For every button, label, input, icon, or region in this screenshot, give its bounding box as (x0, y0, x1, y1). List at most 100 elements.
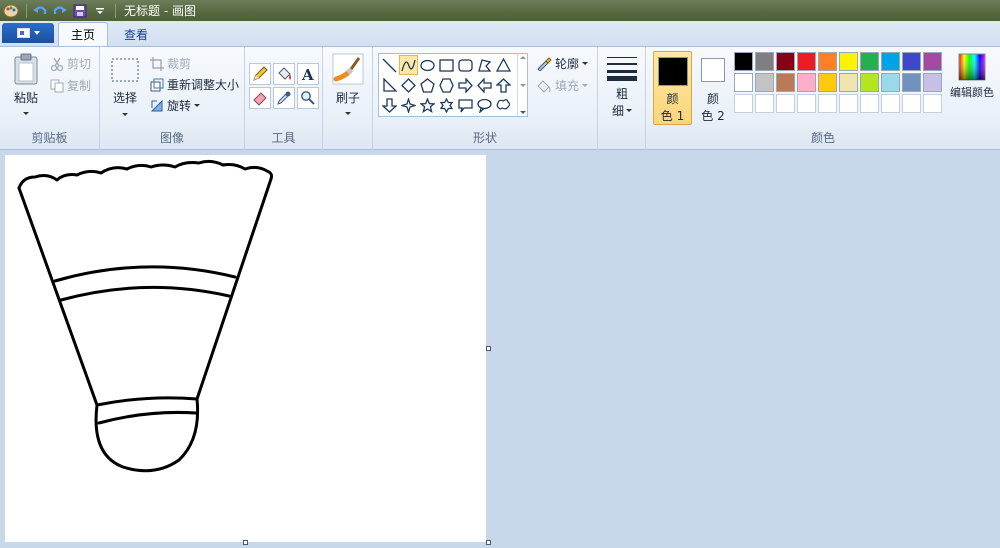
eraser-icon[interactable] (249, 87, 271, 109)
redo-icon[interactable] (51, 2, 69, 19)
pentagon-shape-icon[interactable] (418, 75, 437, 95)
document-icon (16, 28, 30, 38)
palette-color-swatch[interactable] (755, 52, 774, 71)
scroll-up-icon[interactable] (519, 56, 526, 59)
image-group: 选择 裁剪 重新调整大小 旋转 图像 (100, 47, 245, 150)
select-button[interactable]: 选择 (108, 57, 142, 116)
color-1-swatch (657, 57, 688, 86)
palette-color-swatch[interactable] (818, 73, 837, 92)
palette-color-swatch[interactable] (776, 73, 795, 92)
pencil-icon[interactable] (249, 63, 271, 85)
drawing-canvas[interactable] (5, 155, 486, 542)
resize-handle-corner[interactable] (486, 540, 491, 545)
palette-color-swatch[interactable] (755, 94, 774, 113)
palette-color-swatch[interactable] (881, 52, 900, 71)
palette-color-swatch[interactable] (797, 73, 816, 92)
palette-color-swatch[interactable] (797, 94, 816, 113)
palette-color-swatch[interactable] (902, 73, 921, 92)
color-1-label-top: 颜 (666, 92, 679, 106)
rotate-button[interactable]: 旋转 (150, 97, 201, 114)
down-arrow-shape-icon[interactable] (380, 95, 399, 115)
diamond-shape-icon[interactable] (399, 75, 418, 95)
oval-shape-icon[interactable] (418, 55, 437, 75)
palette-color-swatch[interactable] (797, 52, 816, 71)
app-menu-button[interactable] (2, 23, 54, 43)
palette-color-swatch[interactable] (902, 52, 921, 71)
palette-color-swatch[interactable] (902, 94, 921, 113)
resize-button[interactable]: 重新调整大小 (150, 76, 239, 93)
resize-handle-bottom[interactable] (243, 540, 248, 545)
color-spectrum-icon (958, 53, 986, 81)
magnifier-icon[interactable] (297, 87, 319, 109)
palette-color-swatch[interactable] (881, 73, 900, 92)
tab-view[interactable]: 查看 (112, 22, 160, 46)
rectangular-callout-shape-icon[interactable] (456, 95, 475, 115)
customize-toolbar-icon[interactable] (91, 2, 109, 19)
palette-color-swatch[interactable] (734, 73, 753, 92)
fill-icon[interactable] (273, 63, 295, 85)
color-picker-icon[interactable] (273, 87, 295, 109)
color-2-button[interactable]: 颜 色 2 (695, 51, 731, 125)
scissors-icon (50, 57, 64, 71)
copy-button[interactable]: 复制 (50, 77, 91, 94)
color-palette (734, 52, 944, 115)
palette-color-swatch[interactable] (818, 52, 837, 71)
hexagon-shape-icon[interactable] (437, 75, 456, 95)
rounded-rectangle-shape-icon[interactable] (456, 55, 475, 75)
right-triangle-shape-icon[interactable] (380, 75, 399, 95)
color-1-button[interactable]: 颜 色 1 (653, 51, 692, 125)
palette-color-swatch[interactable] (860, 52, 879, 71)
canvas-workspace[interactable] (0, 150, 1000, 548)
left-arrow-shape-icon[interactable] (475, 75, 494, 95)
resize-handle-right[interactable] (486, 346, 491, 351)
crop-button[interactable]: 裁剪 (150, 55, 191, 72)
right-arrow-shape-icon[interactable] (456, 75, 475, 95)
six-point-star-shape-icon[interactable] (437, 95, 456, 115)
palette-color-swatch[interactable] (776, 52, 795, 71)
palette-color-swatch[interactable] (923, 94, 942, 113)
palette-color-swatch[interactable] (755, 73, 774, 92)
palette-color-swatch[interactable] (839, 73, 858, 92)
palette-color-swatch[interactable] (923, 73, 942, 92)
save-icon[interactable] (71, 2, 89, 19)
palette-color-swatch[interactable] (923, 52, 942, 71)
line-shape-icon[interactable] (380, 55, 399, 75)
selection-icon (111, 58, 139, 82)
palette-color-swatch[interactable] (776, 94, 795, 113)
text-icon[interactable]: A (297, 63, 319, 85)
polygon-shape-icon[interactable] (475, 55, 494, 75)
triangle-shape-icon[interactable] (494, 55, 513, 75)
up-arrow-shape-icon[interactable] (494, 75, 513, 95)
four-point-star-shape-icon[interactable] (399, 95, 418, 115)
paint-app-icon[interactable] (2, 2, 20, 19)
undo-icon[interactable] (31, 2, 49, 19)
rectangle-shape-icon[interactable] (437, 55, 456, 75)
palette-color-swatch[interactable] (734, 94, 753, 113)
palette-color-swatch[interactable] (860, 73, 879, 92)
edit-colors-button[interactable]: 编辑颜色 (947, 53, 997, 100)
cut-button[interactable]: 剪切 (50, 55, 91, 72)
palette-color-swatch[interactable] (734, 52, 753, 71)
palette-color-swatch[interactable] (860, 94, 879, 113)
paste-button[interactable]: 粘贴 (8, 53, 44, 115)
tab-home[interactable]: 主页 (58, 22, 109, 46)
outline-label: 轮廓 (555, 57, 580, 71)
five-point-star-shape-icon[interactable] (418, 95, 437, 115)
cloud-callout-shape-icon[interactable] (494, 95, 513, 115)
oval-callout-shape-icon[interactable] (475, 95, 494, 115)
brushes-button[interactable]: 刷子 (329, 53, 367, 115)
scroll-down-icon[interactable] (519, 83, 526, 87)
shapes-scrollbar[interactable] (517, 54, 527, 116)
fill-button[interactable]: 填充 (536, 77, 589, 94)
size-button[interactable]: 粗 细 (604, 55, 640, 119)
palette-color-swatch[interactable] (839, 52, 858, 71)
curve-shape-icon[interactable] (399, 55, 418, 75)
palette-color-swatch[interactable] (839, 94, 858, 113)
palette-color-swatch[interactable] (881, 94, 900, 113)
tools-group: A 工具 (245, 47, 323, 150)
outline-button[interactable]: 轮廓 (536, 55, 589, 72)
crop-icon (150, 56, 164, 71)
color-2-label-bottom: 色 2 (701, 109, 725, 123)
palette-color-swatch[interactable] (818, 94, 837, 113)
gallery-expand-icon[interactable] (519, 111, 526, 114)
